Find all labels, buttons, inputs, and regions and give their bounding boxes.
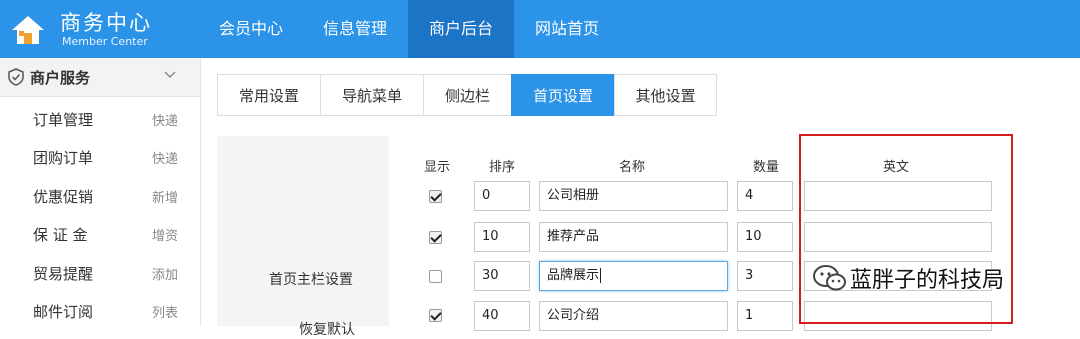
wechat-icon [813, 265, 846, 291]
sidebar-item-group-orders[interactable]: 团购订单 快递 [0, 138, 200, 176]
brand-subtitle: Member Center [62, 35, 148, 48]
brand-logo[interactable]: 商务中心 Member Center [0, 0, 200, 58]
sidebar-item-trade-alerts[interactable]: 贸易提醒 添加 [0, 254, 200, 292]
row-name-value: 品牌展示 [547, 268, 600, 283]
row-show-checkbox[interactable] [429, 309, 442, 322]
row-name-input[interactable]: 公司介绍 [539, 301, 728, 331]
sidebar-section-label: 商户服务 [30, 69, 91, 87]
row-show-checkbox[interactable] [429, 231, 442, 244]
sidebar-item-email-subscription[interactable]: 邮件订阅 列表 [0, 292, 200, 330]
shield-check-icon [8, 68, 24, 86]
watermark-text: 蓝胖子的科技局 [850, 268, 1005, 293]
row-order-input[interactable]: 0 [474, 181, 530, 211]
row-name-input[interactable]: 公司相册 [539, 181, 728, 211]
tab-other-settings[interactable]: 其他设置 [614, 74, 717, 116]
column-header-order: 排序 [488, 160, 515, 175]
sidebar-item-tag[interactable]: 增资 [152, 225, 178, 244]
chevron-down-icon[interactable] [163, 70, 177, 80]
row-show-checkbox[interactable] [429, 270, 442, 283]
nav-member-center[interactable]: 会员中心 [200, 0, 302, 58]
row-count-input[interactable]: 3 [737, 261, 793, 291]
brand-title: 商务中心 [60, 11, 152, 35]
row-name-input[interactable]: 推荐产品 [539, 222, 728, 252]
sidebar-item-tag[interactable]: 列表 [152, 302, 178, 321]
sidebar-item-label: 订单管理 [33, 111, 94, 129]
text-caret [600, 268, 602, 283]
sidebar: 商户服务 订单管理 快递 团购订单 快递 优惠促销 新增 保 证 金 增资 贸易… [0, 58, 201, 326]
row-count-input[interactable]: 1 [737, 301, 793, 331]
tab-common-settings[interactable]: 常用设置 [217, 74, 320, 116]
restore-default-link[interactable]: 恢复默认 [299, 319, 355, 339]
home-icon [12, 16, 44, 44]
sidebar-item-tag[interactable]: 快递 [152, 110, 178, 129]
sidebar-item-order-management[interactable]: 订单管理 快递 [0, 100, 200, 138]
row-name-input[interactable]: 品牌展示 [539, 261, 728, 291]
sidebar-section-header[interactable]: 商户服务 [0, 58, 200, 97]
sidebar-item-label: 团购订单 [33, 149, 94, 167]
watermark: 蓝胖子的科技局 [812, 262, 1062, 296]
column-header-show: 显示 [423, 160, 450, 175]
tab-sidebar[interactable]: 侧边栏 [423, 74, 511, 116]
sidebar-item-tag[interactable]: 添加 [152, 264, 178, 283]
tab-navigation-menu[interactable]: 导航菜单 [320, 74, 423, 116]
sidebar-item-promotions[interactable]: 优惠促销 新增 [0, 177, 200, 215]
section-label: 首页主栏设置 [269, 272, 353, 288]
row-count-input[interactable]: 10 [737, 222, 793, 252]
column-header-name: 名称 [618, 160, 645, 175]
top-bar: 商务中心 Member Center 会员中心 信息管理 商户后台 网站首页 [0, 0, 1080, 58]
nav-info-management[interactable]: 信息管理 [302, 0, 408, 58]
nav-merchant-backend[interactable]: 商户后台 [408, 0, 514, 58]
sidebar-item-label: 保 证 金 [33, 226, 88, 244]
row-order-input[interactable]: 10 [474, 222, 530, 252]
row-order-input[interactable]: 30 [474, 261, 530, 291]
sidebar-item-deposit[interactable]: 保 证 金 增资 [0, 215, 200, 253]
column-header-count: 数量 [752, 160, 779, 175]
nav-site-home[interactable]: 网站首页 [514, 0, 620, 58]
settings-label-panel: 首页主栏设置 恢复默认 [217, 136, 389, 338]
row-order-input[interactable]: 40 [474, 301, 530, 331]
sidebar-item-label: 邮件订阅 [33, 303, 94, 321]
row-count-input[interactable]: 4 [737, 181, 793, 211]
row-show-checkbox[interactable] [429, 190, 442, 203]
sidebar-item-label: 优惠促销 [33, 188, 94, 206]
sidebar-item-tag[interactable]: 新增 [152, 187, 178, 206]
tab-homepage-settings[interactable]: 首页设置 [511, 74, 614, 116]
sidebar-item-tag[interactable]: 快递 [152, 148, 178, 167]
sidebar-item-label: 贸易提醒 [33, 265, 94, 283]
